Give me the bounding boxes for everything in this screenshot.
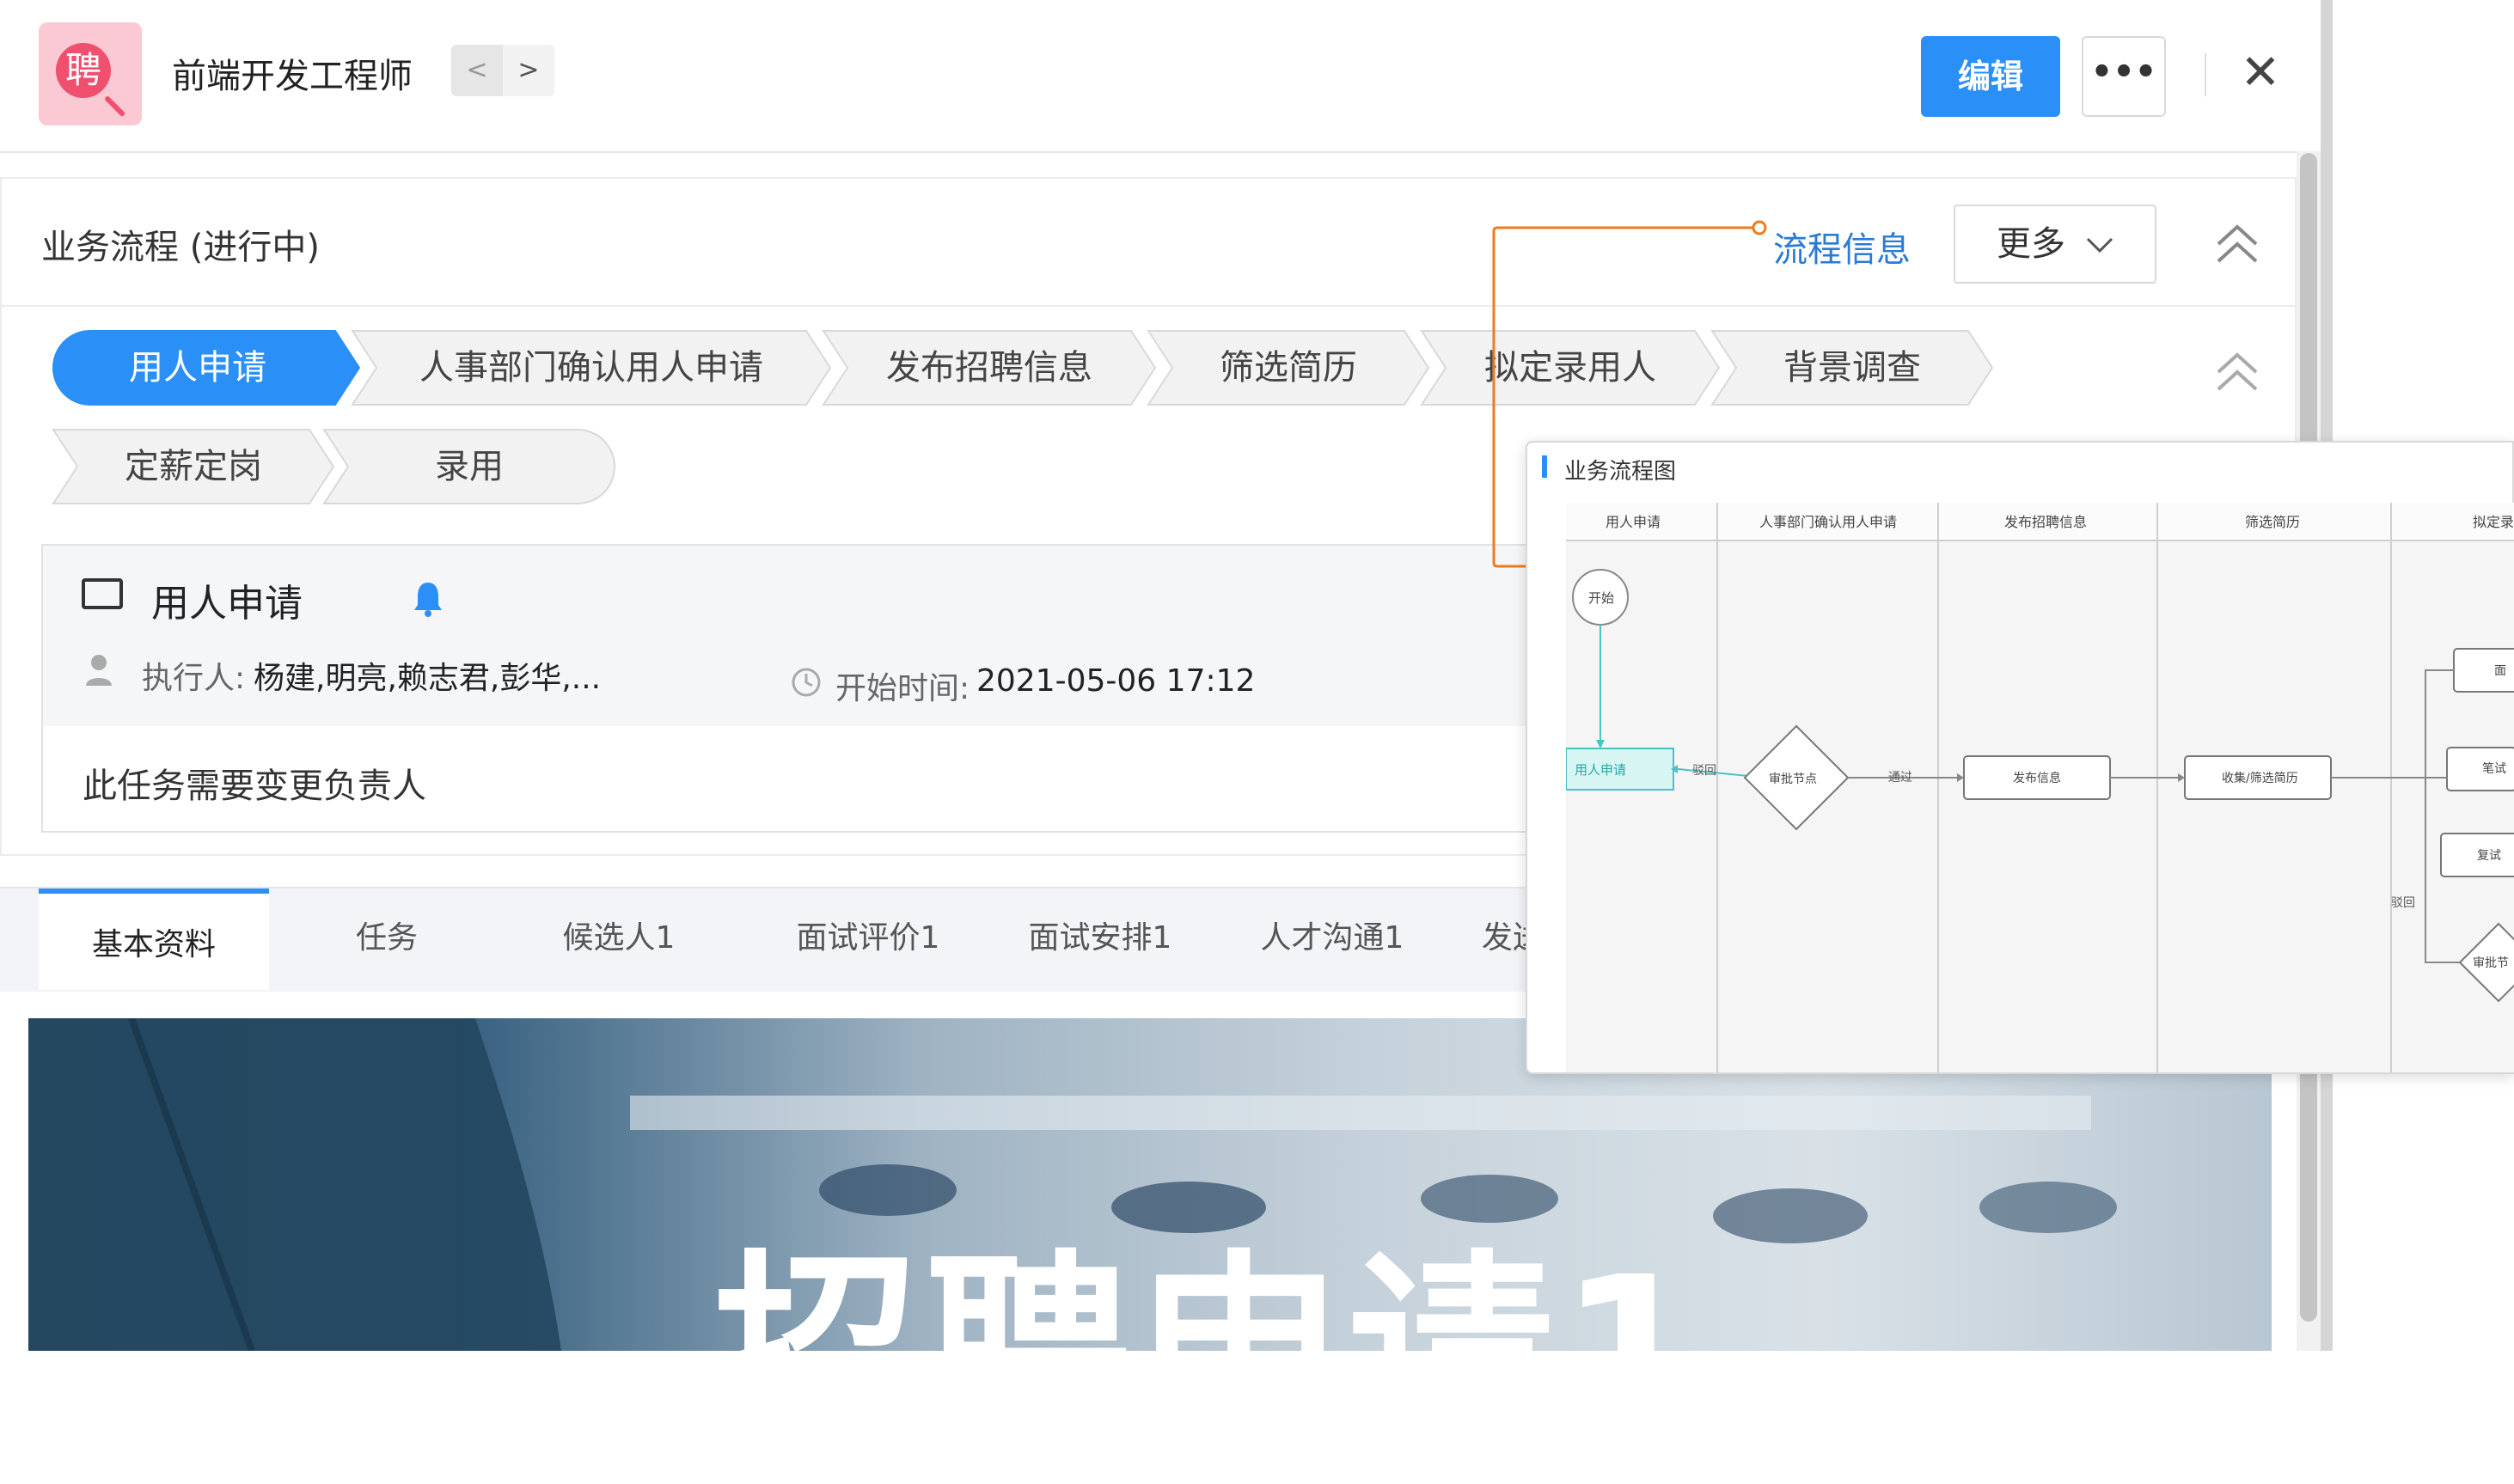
executors-label: 执行人: bbox=[142, 661, 246, 696]
edge-label-reject: 驳回 bbox=[1692, 764, 1716, 778]
lane-label: 发布招聘信息 bbox=[2004, 514, 2087, 530]
record-nav: < > bbox=[451, 45, 554, 96]
executors-value: 杨建,明亮,赖志君,彭华,... bbox=[254, 661, 602, 696]
task-icon bbox=[82, 578, 123, 609]
start-time-value: 2021-05-06 17:12 bbox=[976, 663, 1256, 699]
step-hr-confirm[interactable]: 人事部门确认用人申请 bbox=[351, 329, 832, 406]
node-review-label: 审批节点 bbox=[1769, 773, 1817, 786]
tab-interview-review[interactable]: 面试评价1 bbox=[765, 887, 971, 990]
clock-icon bbox=[792, 668, 821, 697]
step-salary[interactable]: 定薪定岗 bbox=[52, 428, 335, 505]
node-partial-label: 面 bbox=[2494, 664, 2506, 678]
step-label: 背景调查 bbox=[1783, 348, 1921, 388]
step-label: 筛选简历 bbox=[1220, 348, 1357, 388]
node-collect-label: 收集/筛选简历 bbox=[2222, 771, 2298, 785]
lane-label: 拟定录 bbox=[2473, 514, 2514, 530]
lane-label: 筛选简历 bbox=[2245, 514, 2300, 530]
node-partial-label: 审批节 bbox=[2473, 956, 2509, 970]
step-label: 录用 bbox=[435, 447, 504, 486]
recruit-app-icon: 聘 bbox=[39, 22, 142, 125]
process-title: 业务流程 (进行中) bbox=[41, 228, 320, 267]
step-label: 定薪定岗 bbox=[125, 447, 262, 486]
tab-tasks[interactable]: 任务 bbox=[309, 887, 464, 990]
tab-basic-info[interactable]: 基本资料 bbox=[39, 889, 269, 990]
magnifier-handle bbox=[103, 95, 126, 118]
step-label: 用人申请 bbox=[129, 348, 266, 388]
collapse-up-icon[interactable] bbox=[2211, 218, 2263, 270]
header-divider bbox=[2205, 53, 2206, 96]
start-time-label: 开始时间: bbox=[835, 671, 970, 706]
edge-label-reject2: 驳回 bbox=[2391, 896, 2415, 910]
step-label: 人事部门确认用人申请 bbox=[419, 348, 763, 388]
person-icon bbox=[86, 655, 112, 686]
close-button[interactable]: ✕ bbox=[2235, 39, 2286, 107]
edit-button[interactable]: 编辑 bbox=[1921, 36, 2060, 117]
node-partial-label: 笔试 bbox=[2482, 762, 2506, 776]
task-message: 此任务需要变更负责人 bbox=[83, 766, 426, 806]
step-label: 发布招聘信息 bbox=[886, 348, 1092, 388]
diagram-title: 业务流程图 bbox=[1564, 459, 1677, 485]
lane-label: 人事部门确认用人申请 bbox=[1759, 514, 1897, 530]
lane-label: 用人申请 bbox=[1606, 514, 1661, 530]
collapse-steps-icon[interactable] bbox=[2211, 346, 2263, 398]
edge-label-pass: 通过 bbox=[1888, 771, 1912, 785]
prev-record-button[interactable]: < bbox=[451, 45, 503, 96]
tab-candidates[interactable]: 候选人1 bbox=[533, 887, 705, 990]
tab-interview-schedule[interactable]: 面试安排1 bbox=[997, 887, 1203, 990]
process-flowchart: 用人申请 人事部门确认用人申请 发布招聘信息 筛选简历 拟定录 开始 用人申请 … bbox=[1566, 503, 2514, 1072]
process-info-link[interactable]: 流程信息 bbox=[1773, 222, 1911, 272]
divider bbox=[0, 305, 2297, 307]
page-title: 前端开发工程师 bbox=[172, 57, 413, 96]
task-title: 用人申请 bbox=[151, 582, 303, 626]
start-label: 开始 bbox=[1588, 590, 1614, 606]
node-apply-label: 用人申请 bbox=[1575, 762, 1626, 778]
next-record-button[interactable]: > bbox=[503, 45, 554, 96]
tab-talent-communication[interactable]: 人才沟通1 bbox=[1229, 887, 1435, 990]
app-icon-glyph: 聘 bbox=[56, 43, 111, 98]
step-apply[interactable]: 用人申请 bbox=[52, 329, 361, 406]
step-screen[interactable]: 筛选简历 bbox=[1147, 329, 1430, 406]
chevron-down-icon bbox=[2086, 237, 2113, 253]
node-partial-label: 复试 bbox=[2477, 848, 2501, 863]
more-dropdown[interactable]: 更多 bbox=[1954, 205, 2156, 284]
node-publish-label: 发布信息 bbox=[2013, 771, 2061, 785]
banner-title: 招聘申请1 bbox=[713, 1232, 1708, 1473]
more-dropdown-label: 更多 bbox=[1997, 224, 2065, 264]
title-accent-bar bbox=[1542, 455, 1547, 478]
step-hire[interactable]: 录用 bbox=[322, 428, 616, 505]
step-publish[interactable]: 发布招聘信息 bbox=[822, 329, 1157, 406]
more-actions-button[interactable]: ••• bbox=[2082, 36, 2166, 117]
bell-icon[interactable] bbox=[411, 579, 445, 617]
